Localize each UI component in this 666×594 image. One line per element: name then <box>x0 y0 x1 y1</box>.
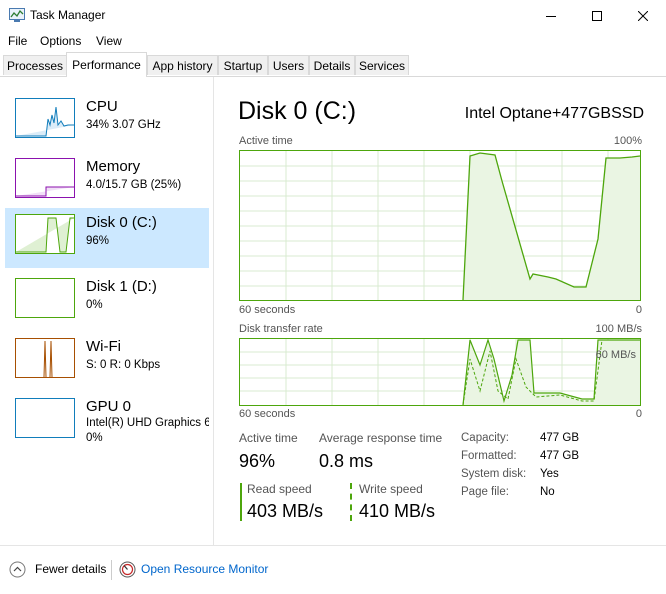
close-icon <box>638 11 648 21</box>
sidebar-item-gpu0[interactable]: GPU 0 Intel(R) UHD Graphics 620 0% <box>5 392 209 452</box>
sidebar-detail: 34% 3.07 GHz <box>86 119 161 131</box>
active-time-graph-label: Active time <box>239 135 293 147</box>
tab-app-history[interactable]: App history <box>147 55 218 75</box>
transfer-rate-graph-time: 60 seconds <box>239 408 296 420</box>
sidebar-detail: Intel(R) UHD Graphics 620 <box>86 417 209 429</box>
tab-processes[interactable]: Processes <box>3 55 67 75</box>
transfer-rate-graph: 60 MB/s <box>239 338 641 406</box>
active-time-graph-min: 0 <box>635 304 642 316</box>
maximize-button[interactable] <box>574 0 620 32</box>
page-file-value: No <box>540 486 555 498</box>
formatted-value: 477 GB <box>540 450 579 462</box>
transfer-rate-graph-mid: 60 MB/s <box>595 349 636 361</box>
sidebar-item-memory[interactable]: Memory 4.0/15.7 GB (25%) <box>5 152 209 212</box>
transfer-rate-graph-min: 0 <box>635 408 642 420</box>
tab-bar: Processes Performance App history Startu… <box>0 52 666 77</box>
avg-response-value: 0.8 ms <box>319 451 374 471</box>
sidebar-item-cpu[interactable]: CPU 34% 3.07 GHz <box>5 92 209 152</box>
task-manager-icon <box>9 8 25 22</box>
write-speed-label: Write speed <box>359 482 423 496</box>
tab-details[interactable]: Details <box>309 55 355 75</box>
tab-performance[interactable]: Performance <box>66 52 147 77</box>
memory-thumbnail-graph <box>15 158 75 198</box>
system-disk-value: Yes <box>540 468 559 480</box>
sidebar-label: Memory <box>86 158 141 175</box>
active-time-label: Active time <box>239 431 298 445</box>
maximize-icon <box>592 11 602 21</box>
open-resource-monitor-link[interactable]: Open Resource Monitor <box>141 562 268 576</box>
active-time-graph-time: 60 seconds <box>239 304 296 316</box>
disk0-thumbnail-graph <box>15 214 75 254</box>
sidebar-item-disk1[interactable]: Disk 1 (D:) 0% <box>5 272 209 332</box>
resource-monitor-icon <box>119 561 136 578</box>
capacity-value: 477 GB <box>540 432 579 444</box>
sidebar-item-wifi[interactable]: Wi-Fi S: 0 R: 0 Kbps <box>5 332 209 392</box>
avg-response-label: Average response time <box>319 431 443 445</box>
sidebar-label: Disk 1 (D:) <box>86 278 157 295</box>
capacity-label: Capacity: <box>461 432 509 444</box>
minimize-button[interactable] <box>528 0 574 32</box>
formatted-label: Formatted: <box>461 450 517 462</box>
sidebar-detail: 96% <box>86 235 110 247</box>
disk-model: Intel Optane+477GBSSD <box>464 105 644 122</box>
active-time-graph <box>239 150 641 301</box>
minimize-icon <box>546 16 556 17</box>
window-title: Task Manager <box>30 8 106 22</box>
read-speed-legend-line <box>240 483 242 521</box>
write-speed-value: 410 MB/s <box>359 501 436 521</box>
title-bar: Task Manager <box>0 0 666 32</box>
resource-sidebar: CPU 34% 3.07 GHz Memory 4.0/15.7 GB (25%… <box>1 77 214 545</box>
sidebar-detail: 4.0/15.7 GB (25%) <box>86 179 182 191</box>
tab-users[interactable]: Users <box>268 55 309 75</box>
cpu-thumbnail-graph <box>15 98 75 138</box>
sidebar-item-disk0[interactable]: Disk 0 (C:) 96% <box>5 208 209 268</box>
sidebar-detail-usage: 0% <box>86 432 103 444</box>
menu-view[interactable]: View <box>96 34 122 48</box>
fewer-details-button[interactable]: Fewer details <box>35 562 106 576</box>
sidebar-label: Wi-Fi <box>86 338 121 355</box>
close-button[interactable] <box>620 0 666 32</box>
disk-detail-panel: Disk 0 (C:) Intel Optane+477GBSSD Active… <box>214 77 665 545</box>
menu-file[interactable]: File <box>8 34 27 48</box>
sidebar-detail: S: 0 R: 0 Kbps <box>86 359 161 371</box>
system-disk-label: System disk: <box>461 468 527 480</box>
read-speed-value: 403 MB/s <box>247 501 324 521</box>
performance-panel: CPU 34% 3.07 GHz Memory 4.0/15.7 GB (25%… <box>1 77 665 545</box>
footer-divider <box>111 560 112 580</box>
read-speed-label: Read speed <box>247 482 312 496</box>
active-time-graph-max: 100% <box>613 135 642 147</box>
page-title: Disk 0 (C:) <box>238 97 357 125</box>
sidebar-detail: 0% <box>86 299 103 311</box>
sidebar-label: CPU <box>86 98 118 115</box>
footer-bar: Fewer details Open Resource Monitor <box>0 545 666 594</box>
sidebar-label: GPU 0 <box>86 398 132 415</box>
transfer-rate-graph-max: 100 MB/s <box>595 323 642 335</box>
transfer-rate-graph-label: Disk transfer rate <box>239 323 323 335</box>
menu-options[interactable]: Options <box>40 34 81 48</box>
menu-bar: File Options View <box>0 32 666 52</box>
sidebar-label: Disk 0 (C:) <box>86 214 157 231</box>
page-file-label: Page file: <box>461 486 509 498</box>
tab-services[interactable]: Services <box>355 55 409 75</box>
disk1-thumbnail-graph <box>15 278 75 318</box>
write-speed-legend-line <box>350 483 352 521</box>
active-time-value: 96% <box>239 451 276 471</box>
gpu-thumbnail-graph <box>15 398 75 438</box>
chevron-up-circle-icon[interactable] <box>9 561 26 578</box>
wifi-thumbnail-graph <box>15 338 75 378</box>
tab-startup[interactable]: Startup <box>218 55 268 75</box>
